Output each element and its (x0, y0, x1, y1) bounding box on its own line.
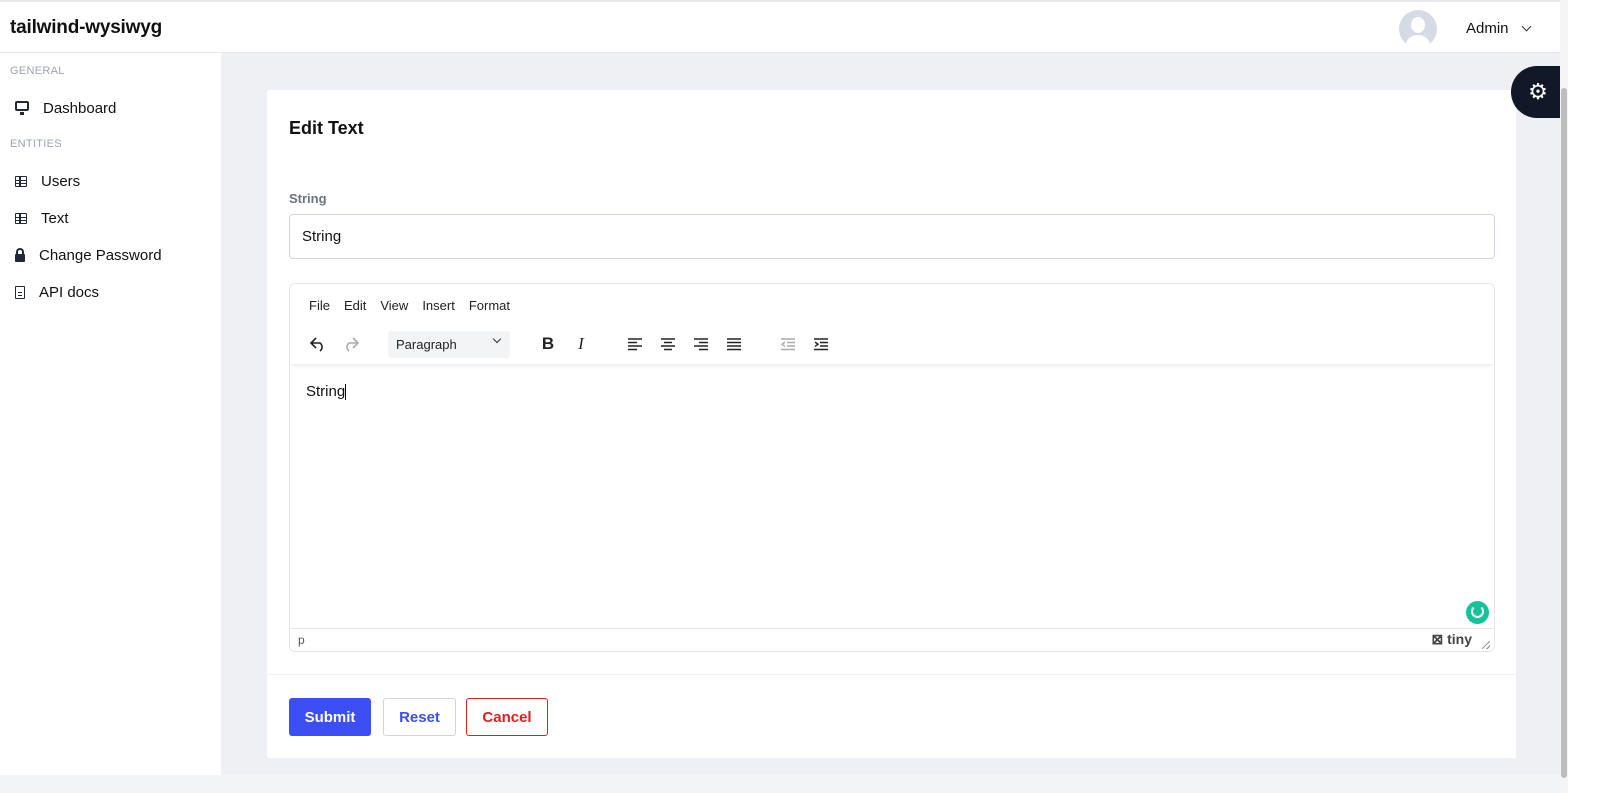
table-icon (15, 212, 27, 224)
outdent-button[interactable] (774, 330, 802, 358)
redo-icon (346, 337, 360, 352)
align-right-button[interactable] (687, 330, 715, 358)
edit-form-card: Edit Text String File Edit View Insert F… (267, 90, 1516, 758)
rich-text-editor: File Edit View Insert Format B I Paragra… (289, 283, 1495, 652)
editor-menubar: File Edit View Insert Format (309, 298, 510, 313)
string-input[interactable] (289, 214, 1495, 259)
page-title: Edit Text (289, 118, 364, 138)
sidebar-item-change-password[interactable]: Change Password (0, 240, 221, 270)
indent-icon (814, 338, 828, 351)
string-field-label: String (289, 191, 327, 206)
editor-content[interactable]: String (306, 383, 347, 401)
top-bar: tailwind-wysiwyg Admin (0, 0, 1568, 53)
submit-button[interactable]: Submit (289, 698, 371, 736)
sidebar-item-label: Dashboard (43, 99, 117, 117)
sidebar-item-users[interactable]: Users (0, 166, 221, 196)
cancel-button[interactable]: Cancel (466, 698, 548, 736)
gear-icon: ⚙ (1528, 79, 1548, 104)
avatar[interactable] (1399, 10, 1437, 48)
monitor-icon (15, 101, 29, 115)
menu-edit[interactable]: Edit (344, 298, 366, 313)
editor-statusbar: p ⊠ tiny (290, 628, 1494, 651)
indent-button[interactable] (807, 330, 835, 358)
menu-insert[interactable]: Insert (422, 298, 455, 313)
resize-handle[interactable] (1482, 641, 1490, 649)
italic-button[interactable]: I (567, 330, 595, 358)
page-bottom (0, 775, 1560, 793)
scrollbar-thumb[interactable] (1561, 88, 1567, 778)
document-icon (15, 285, 25, 299)
chevron-down-icon (1521, 21, 1531, 32)
undo-icon (309, 337, 323, 352)
sidebar-section-general: GENERAL (10, 65, 65, 77)
align-center-button[interactable] (654, 330, 682, 358)
align-left-icon (628, 338, 642, 351)
sidebar-item-dashboard[interactable]: Dashboard (0, 93, 221, 123)
redo-button[interactable] (337, 330, 365, 358)
table-icon (15, 175, 27, 187)
sidebar-section-entities: ENTITIES (10, 138, 62, 150)
text-caret (345, 384, 347, 401)
outdent-icon (780, 338, 795, 351)
reset-button[interactable]: Reset (383, 698, 456, 736)
block-format-select[interactable]: Paragraph (388, 331, 510, 358)
sidebar-item-label: API docs (39, 283, 100, 301)
sidebar-item-api-docs[interactable]: API docs (0, 277, 221, 307)
sidebar-item-label: Text (41, 209, 69, 227)
sidebar-item-label: Change Password (39, 246, 162, 264)
tiny-logo[interactable]: ⊠ tiny (1431, 631, 1472, 648)
sidebar-item-label: Users (41, 172, 81, 190)
menu-format[interactable]: Format (469, 298, 510, 313)
sidebar: GENERAL Dashboard ENTITIES Users Text Ch… (0, 53, 221, 793)
align-right-icon (694, 338, 708, 351)
window-edge (1568, 0, 1600, 793)
chevron-down-icon (492, 334, 502, 344)
tiny-brand: tiny (1447, 631, 1472, 647)
user-menu[interactable]: Admin (1466, 20, 1531, 37)
menu-view[interactable]: View (380, 298, 408, 313)
menu-file[interactable]: File (309, 298, 330, 313)
block-format-value: Paragraph (396, 337, 457, 352)
align-left-button[interactable] (621, 330, 649, 358)
align-justify-button[interactable] (720, 330, 748, 358)
divider (267, 674, 1516, 675)
undo-button[interactable] (304, 330, 332, 358)
align-justify-icon (727, 338, 741, 351)
sidebar-item-text[interactable]: Text (0, 203, 221, 233)
lock-icon (15, 248, 25, 262)
bold-button[interactable]: B (534, 330, 562, 358)
app-brand[interactable]: tailwind-wysiwyg (10, 17, 162, 39)
align-center-icon (661, 338, 675, 351)
grammarly-icon[interactable] (1466, 601, 1489, 624)
user-name: Admin (1466, 20, 1509, 37)
editor-text: String (306, 383, 346, 400)
element-path[interactable]: p (298, 633, 305, 647)
